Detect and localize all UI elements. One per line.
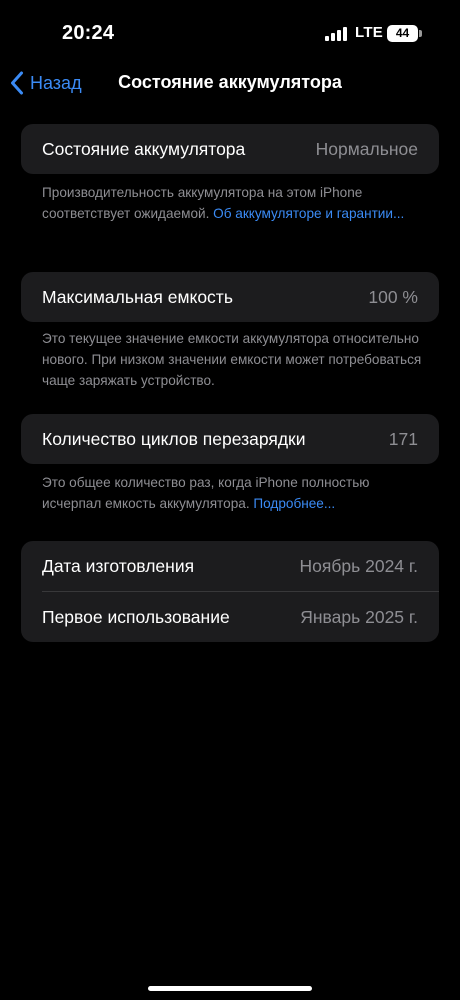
battery-health-value: Нормальное <box>315 138 418 159</box>
battery-icon: 44 <box>387 25 418 42</box>
manufacture-date-label: Дата изготовления <box>42 555 195 576</box>
network-type: LTE <box>355 24 384 41</box>
max-capacity-footnote: Это текущее значение емкости аккумулятор… <box>42 328 422 391</box>
first-use-value: Январь 2025 г. <box>300 606 418 627</box>
home-indicator[interactable] <box>148 986 312 991</box>
battery-level: 44 <box>395 26 410 40</box>
battery-tip <box>419 30 422 37</box>
max-capacity-value: 100 % <box>368 286 418 307</box>
page-title-text: Состояние аккумулятора <box>118 72 342 92</box>
battery-health-row: Состояние аккумулятора Нормальное <box>21 124 439 174</box>
manufacture-date-value: Ноябрь 2024 г. <box>299 555 418 576</box>
learn-more-link[interactable]: Подробнее... <box>253 496 335 511</box>
first-use-row: Первое использование Январь 2025 г. <box>21 592 439 642</box>
about-battery-link[interactable]: Об аккумуляторе и гаран­тии... <box>213 206 404 221</box>
battery-health-footnote: Производительность аккумулятора на этом … <box>42 182 422 224</box>
cycle-count-footnote: Это общее количество раз, когда iPhone п… <box>42 472 422 514</box>
navigation-bar: Назад Состояние аккумулятора <box>0 60 460 104</box>
battery-health-group: Состояние аккумулятора Нормальное <box>21 124 439 174</box>
dates-group: Дата изготовления Ноябрь 2024 г. Первое … <box>21 541 439 642</box>
first-use-label: Первое использование <box>42 606 230 627</box>
cycle-count-value: 171 <box>388 428 418 449</box>
battery-health-label: Состояние аккумулятора <box>42 138 246 159</box>
cycle-count-row: Количество циклов перезарядки 171 <box>21 414 439 464</box>
max-capacity-footnote-text: Это текущее значение емкости аккумулятор… <box>42 331 422 388</box>
cycle-count-label: Количество циклов перезарядки <box>42 428 306 449</box>
status-time: 20:24 <box>62 22 115 44</box>
max-capacity-label: Максимальная емкость <box>42 286 233 307</box>
cellular-signal-icon <box>325 27 347 41</box>
manufacture-date-row: Дата изготовления Ноябрь 2024 г. <box>21 541 439 591</box>
cycle-count-group: Количество циклов перезарядки 171 <box>21 414 439 464</box>
max-capacity-group: Максимальная емкость 100 % <box>21 272 439 322</box>
max-capacity-row: Максимальная емкость 100 % <box>21 272 439 322</box>
page-title: Состояние аккумулятора <box>0 72 460 93</box>
